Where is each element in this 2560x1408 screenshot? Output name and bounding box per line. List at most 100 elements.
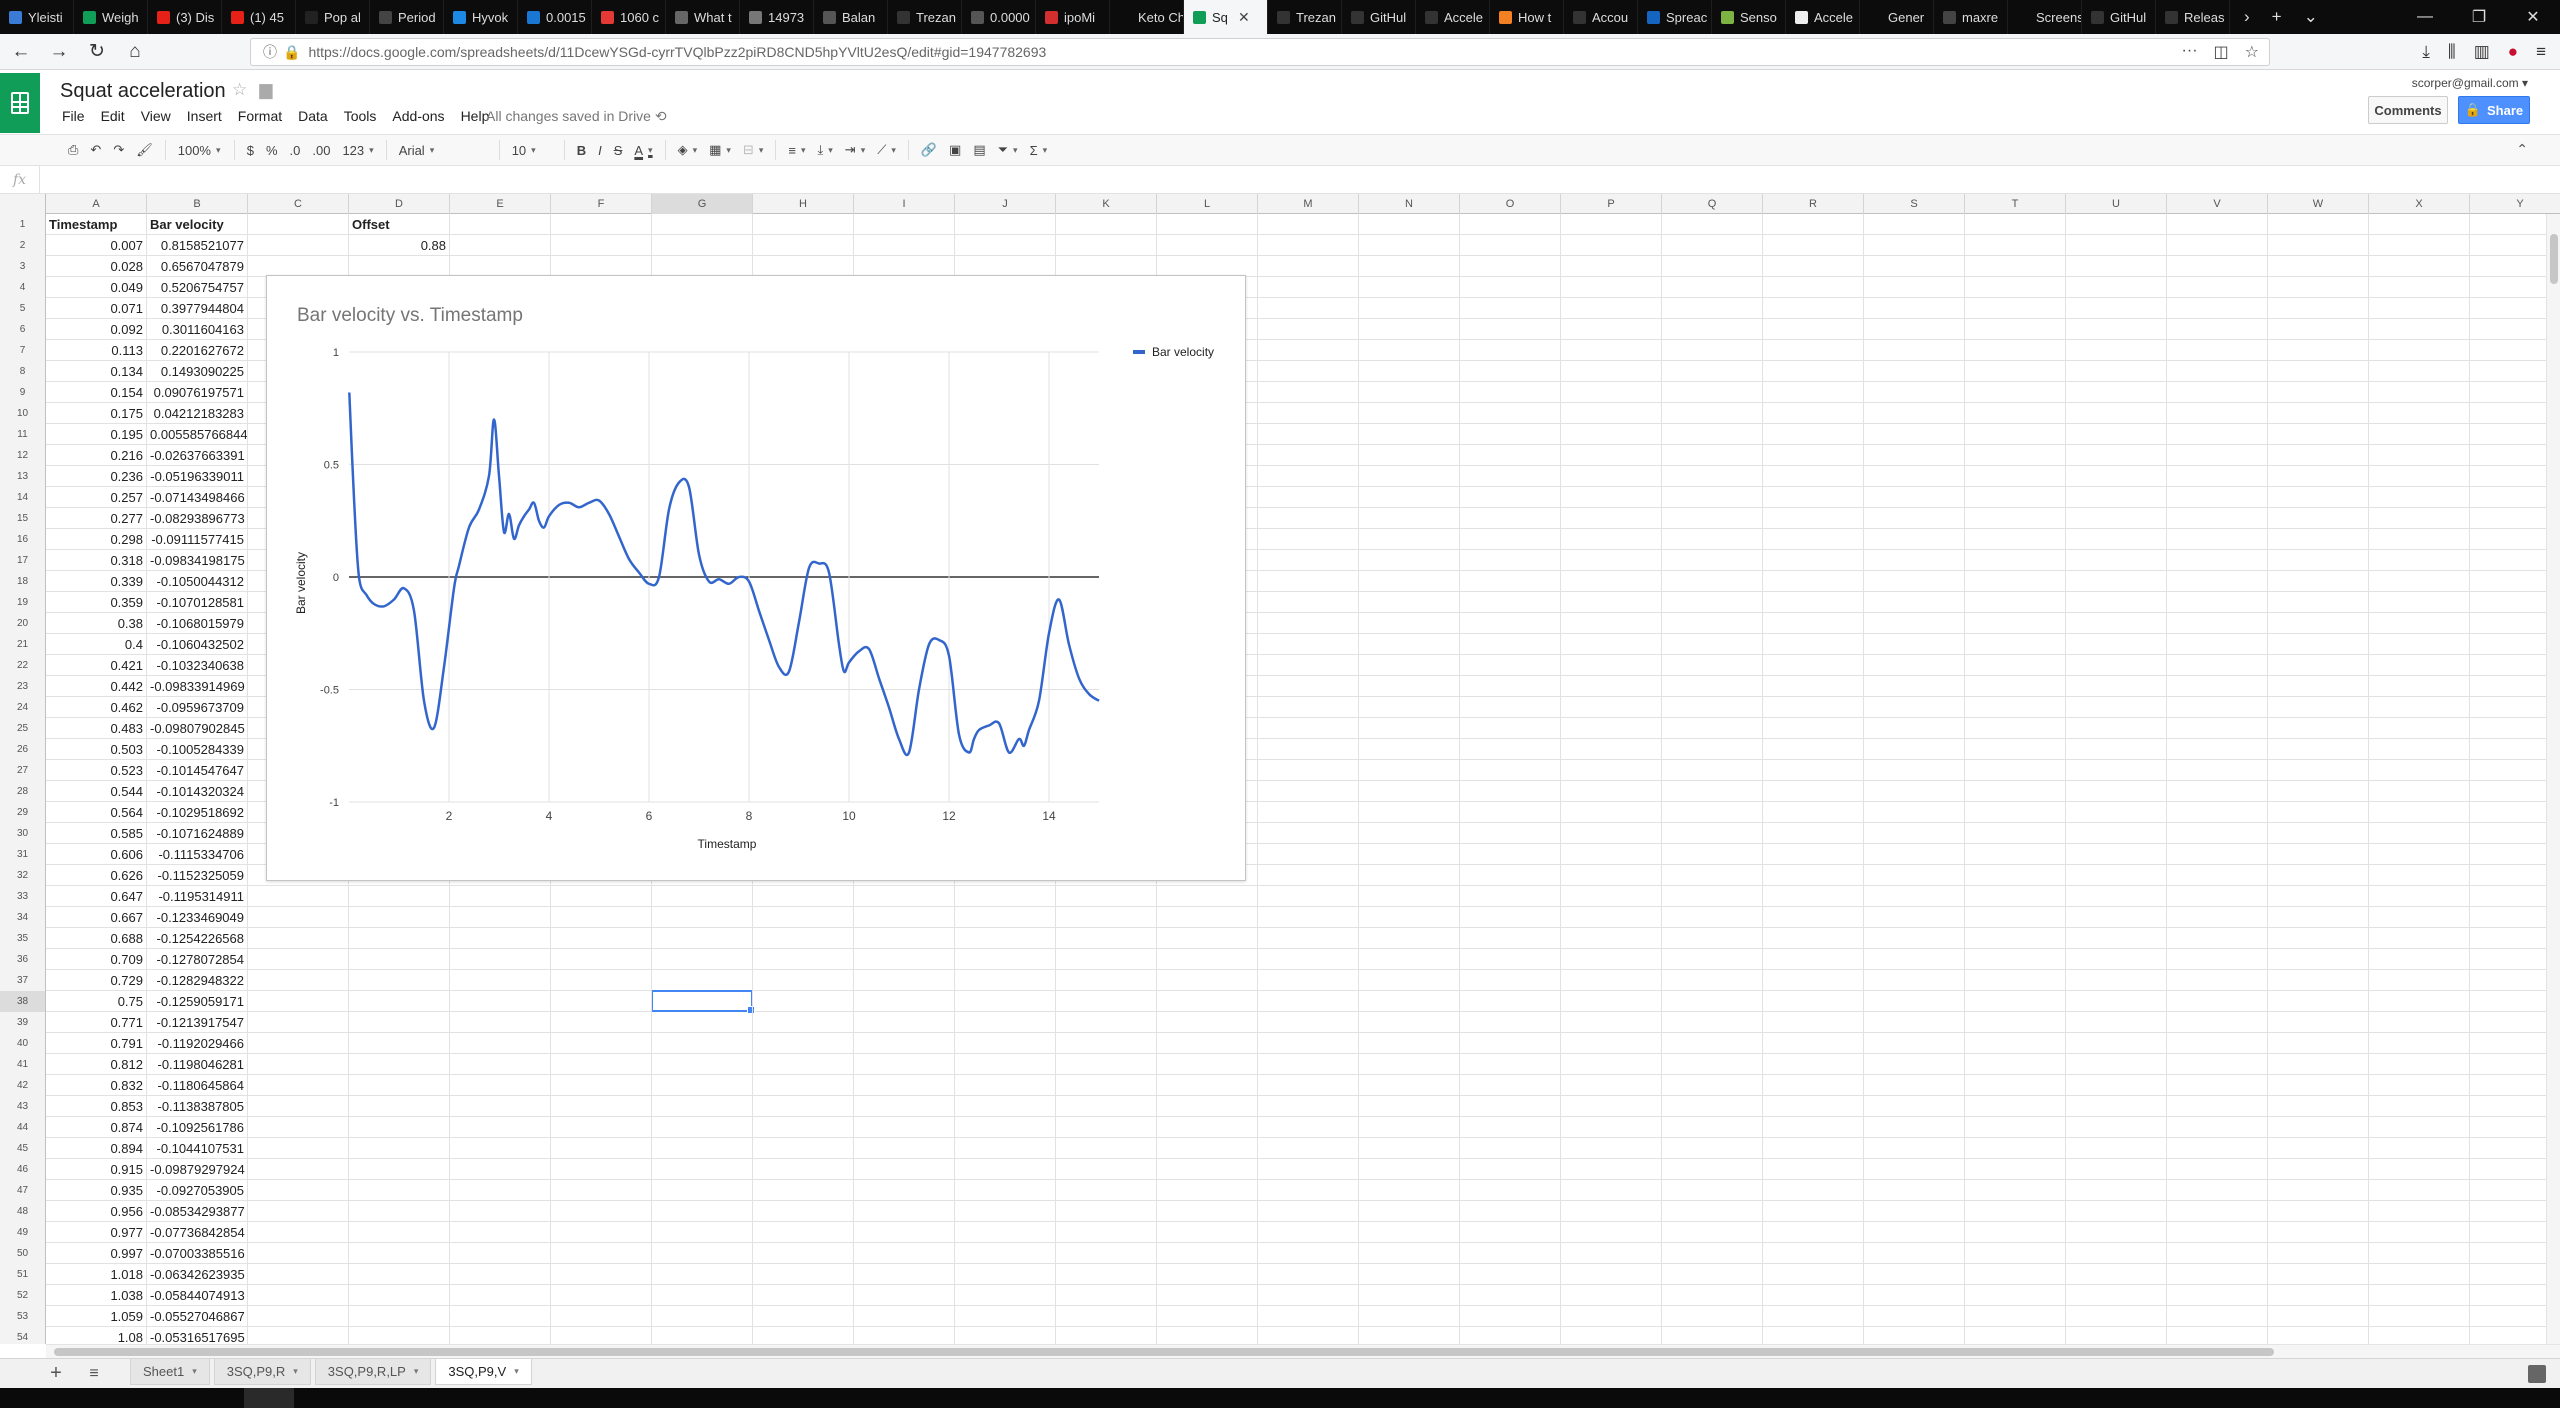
- browser-tab[interactable]: What t: [666, 0, 740, 34]
- bar-velocity-cell[interactable]: -0.02637663391: [147, 445, 247, 466]
- timestamp-cell[interactable]: 0.175: [46, 403, 146, 424]
- menu-file[interactable]: File: [54, 108, 93, 124]
- column-header[interactable]: G: [652, 194, 753, 214]
- row-number[interactable]: 17: [0, 550, 46, 571]
- bar-velocity-cell[interactable]: 0.6567047879: [147, 256, 247, 277]
- sheet-tab[interactable]: Sheet1 ▾: [130, 1359, 210, 1385]
- column-header[interactable]: B: [147, 194, 248, 214]
- column-header[interactable]: C: [248, 194, 349, 214]
- bar-velocity-cell[interactable]: -0.06342623935: [147, 1264, 247, 1285]
- sheet-tab[interactable]: 3SQ,P9,V ▾: [435, 1359, 532, 1385]
- sheet-tab[interactable]: 3SQ,P9,R ▾: [213, 1359, 311, 1385]
- column-header[interactable]: Q: [1662, 194, 1763, 214]
- bar-velocity-cell[interactable]: 0.5206754757: [147, 277, 247, 298]
- column-header[interactable]: V: [2167, 194, 2268, 214]
- bar-velocity-cell[interactable]: -0.1213917547: [147, 1012, 247, 1033]
- menu-insert[interactable]: Insert: [179, 108, 230, 124]
- vertical-align-icon[interactable]: ⤓: [812, 138, 839, 162]
- close-tab-icon[interactable]: ✕: [1238, 9, 1250, 26]
- column-header[interactable]: E: [450, 194, 551, 214]
- column-header[interactable]: N: [1359, 194, 1460, 214]
- star-icon[interactable]: ☆: [232, 80, 247, 100]
- column-header[interactable]: T: [1965, 194, 2066, 214]
- row-number[interactable]: 4: [0, 277, 46, 298]
- bar-velocity-cell[interactable]: 0.3977944804: [147, 298, 247, 319]
- timestamp-cell[interactable]: 0.709: [46, 949, 146, 970]
- timestamp-cell[interactable]: 0.585: [46, 823, 146, 844]
- timestamp-cell[interactable]: 0.915: [46, 1159, 146, 1180]
- column-header[interactable]: P: [1561, 194, 1662, 214]
- bar-velocity-cell[interactable]: -0.07143498466: [147, 487, 247, 508]
- bar-velocity-cell[interactable]: -0.1060432502: [147, 634, 247, 655]
- timestamp-cell[interactable]: 0.894: [46, 1138, 146, 1159]
- fill-color-icon[interactable]: ◈: [672, 138, 704, 162]
- browser-tab[interactable]: 14973: [740, 0, 814, 34]
- row-number[interactable]: 13: [0, 466, 46, 487]
- row-number[interactable]: 37: [0, 970, 46, 991]
- select-all-corner[interactable]: [0, 194, 46, 214]
- bar-velocity-cell[interactable]: -0.1070128581: [147, 592, 247, 613]
- zoom-select[interactable]: 100%: [172, 138, 228, 162]
- column-header[interactable]: I: [854, 194, 955, 214]
- bar-velocity-cell[interactable]: -0.1233469049: [147, 907, 247, 928]
- bar-velocity-cell[interactable]: -0.1138387805: [147, 1096, 247, 1117]
- bar-velocity-cell[interactable]: -0.09807902845: [147, 718, 247, 739]
- timestamp-cell[interactable]: 0.667: [46, 907, 146, 928]
- decrease-decimal-button[interactable]: .0: [284, 138, 307, 162]
- bar-velocity-cell[interactable]: -0.1282948322: [147, 970, 247, 991]
- row-number[interactable]: 2: [0, 235, 46, 256]
- bar-velocity-cell[interactable]: 0.04212183283: [147, 403, 247, 424]
- redo-icon[interactable]: ↷: [107, 138, 130, 162]
- row-number[interactable]: 10: [0, 403, 46, 424]
- tab-scroll-right-icon[interactable]: ›: [2244, 7, 2250, 27]
- url-bar[interactable]: ⓘ 🔒 https://docs.google.com/spreadsheets…: [250, 38, 2270, 66]
- bar-velocity-cell[interactable]: -0.1278072854: [147, 949, 247, 970]
- horizontal-align-icon[interactable]: ≡: [782, 138, 811, 162]
- sheet-tab-menu-icon[interactable]: ▾: [293, 1366, 298, 1377]
- browser-tab[interactable]: Spreac: [1638, 0, 1712, 34]
- row-number[interactable]: 3: [0, 256, 46, 277]
- timestamp-cell[interactable]: 0.4: [46, 634, 146, 655]
- timestamp-cell[interactable]: 0.298: [46, 529, 146, 550]
- merge-cells-icon[interactable]: ⊟: [737, 138, 769, 162]
- horizontal-scrollbar[interactable]: [46, 1344, 2560, 1358]
- bar-velocity-cell[interactable]: 0.3011604163: [147, 319, 247, 340]
- row-number[interactable]: 54: [0, 1327, 46, 1344]
- timestamp-cell[interactable]: 0.216: [46, 445, 146, 466]
- restore-icon[interactable]: ❐: [2452, 7, 2506, 27]
- timestamp-cell[interactable]: 0.442: [46, 676, 146, 697]
- add-sheet-icon[interactable]: +: [36, 1362, 76, 1385]
- timestamp-cell[interactable]: 0.874: [46, 1117, 146, 1138]
- vertical-scroll-thumb[interactable]: [2550, 234, 2558, 284]
- browser-tab[interactable]: 1060 c: [592, 0, 666, 34]
- column-header[interactable]: F: [551, 194, 652, 214]
- row-number[interactable]: 27: [0, 760, 46, 781]
- browser-tab[interactable]: GitHul: [2082, 0, 2156, 34]
- home-icon[interactable]: ⌂: [118, 37, 152, 67]
- menu-tools[interactable]: Tools: [336, 108, 385, 124]
- row-number[interactable]: 28: [0, 781, 46, 802]
- bar-velocity-cell[interactable]: -0.1014547647: [147, 760, 247, 781]
- browser-tab[interactable]: Hyvok: [444, 0, 518, 34]
- library-icon[interactable]: ⫼: [2448, 42, 2456, 62]
- bar-velocity-cell[interactable]: -0.0927053905: [147, 1180, 247, 1201]
- bar-velocity-cell[interactable]: 0.8158521077: [147, 235, 247, 256]
- bar-velocity-cell[interactable]: -0.1068015979: [147, 613, 247, 634]
- row-number[interactable]: 26: [0, 739, 46, 760]
- embedded-chart[interactable]: Bar velocity vs. Timestamp 1 0.5 0 -0.5 -1 2…: [266, 275, 1246, 881]
- bar-velocity-cell[interactable]: -0.05527046867: [147, 1306, 247, 1327]
- italic-button[interactable]: I: [592, 138, 608, 162]
- browser-tab[interactable]: How t: [1490, 0, 1564, 34]
- column-header[interactable]: Y: [2470, 194, 2560, 214]
- timestamp-cell[interactable]: 0.049: [46, 277, 146, 298]
- row-number[interactable]: 20: [0, 613, 46, 634]
- row-number[interactable]: 23: [0, 676, 46, 697]
- undo-icon[interactable]: ↶: [84, 138, 107, 162]
- timestamp-cell[interactable]: 0.462: [46, 697, 146, 718]
- timestamp-cell[interactable]: 0.277: [46, 508, 146, 529]
- font-size-select[interactable]: 10: [506, 138, 558, 162]
- browser-tab[interactable]: Sq ✕: [1184, 0, 1268, 34]
- timestamp-cell[interactable]: 0.007: [46, 235, 146, 256]
- timestamp-cell[interactable]: 0.257: [46, 487, 146, 508]
- column-header[interactable]: O: [1460, 194, 1561, 214]
